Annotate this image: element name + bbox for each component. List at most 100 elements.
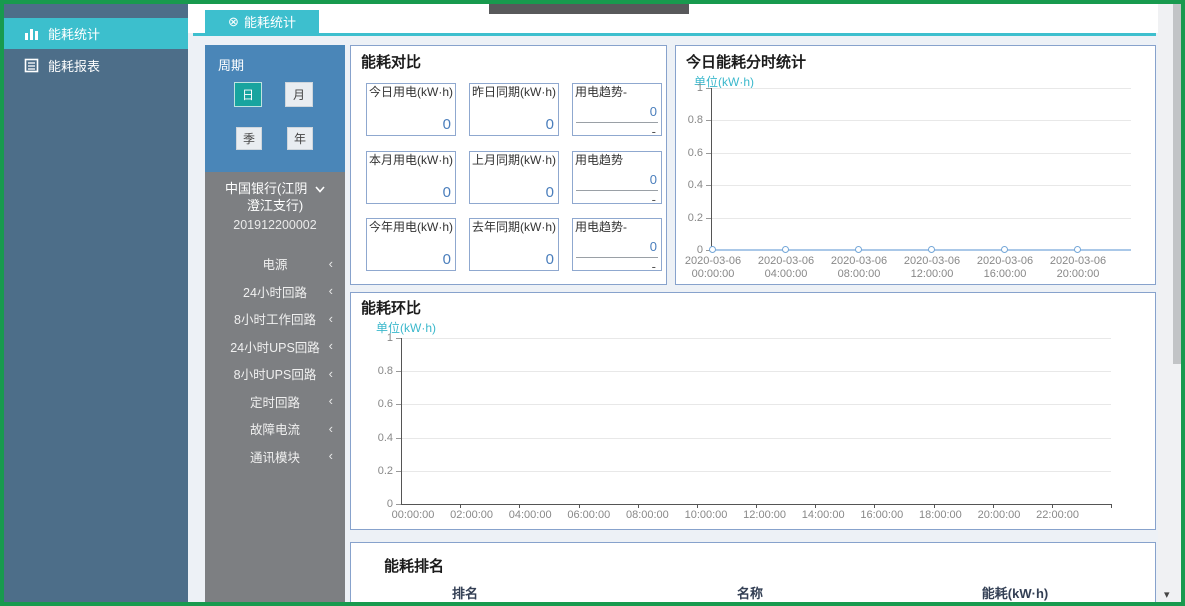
org-menu-item-label: 8小时工作回路 — [234, 309, 316, 328]
grid-line — [711, 218, 1131, 219]
sidebar-item-label: 能耗统计 — [48, 24, 100, 43]
org-menu: 电源‹24小时回路‹8小时工作回路‹24小时UPS回路‹8小时UPS回路‹定时回… — [205, 250, 345, 470]
x-tick-line: 20:00:00 — [1036, 268, 1120, 281]
org-menu-item[interactable]: 24小时UPS回路‹ — [205, 333, 345, 361]
org-code: 201912200002 — [205, 218, 345, 232]
trend-box: 用电趋势0- — [572, 151, 662, 204]
x-tick-label: 2020-03-0608:00:00 — [817, 255, 901, 281]
sidebar: 能耗统计 能耗报表 — [4, 4, 188, 602]
y-tick-label: 1 — [669, 82, 703, 94]
x-tick-line: 2020-03-06 — [744, 255, 828, 268]
trend-label: 用电趋势 — [573, 152, 661, 167]
x-tick — [1111, 504, 1112, 508]
y-axis-line — [401, 338, 402, 504]
close-circle-icon[interactable]: ⊗ — [228, 14, 239, 30]
chevron-left-icon: ‹ — [329, 448, 333, 463]
grid-line — [401, 338, 1111, 339]
org-menu-item-label: 故障电流 — [250, 419, 300, 438]
tab-label: 能耗统计 — [244, 12, 296, 31]
chevron-left-icon: ‹ — [329, 283, 333, 298]
x-tick-label: 2020-03-0616:00:00 — [963, 255, 1047, 281]
rank-col-name: 名称 — [690, 583, 810, 602]
data-point — [928, 246, 935, 253]
grid-line — [711, 153, 1131, 154]
x-tick — [874, 504, 875, 508]
filter-panel: 周期 日 月 季 年 中国银行(江阴 澄江支行) 201912200002 电源… — [205, 45, 345, 602]
period-button-quarter[interactable]: 季 — [236, 127, 262, 150]
stat-value: 0 — [443, 251, 451, 268]
y-tick-label: 0.4 — [669, 179, 703, 191]
y-tick-label: 0.8 — [669, 114, 703, 126]
org-menu-item[interactable]: 故障电流‹ — [205, 415, 345, 443]
x-tick-line: 2020-03-06 — [890, 255, 974, 268]
org-menu-item-label: 电源 — [262, 254, 287, 273]
org-menu-item-label: 定时回路 — [250, 392, 300, 411]
trend-label: 用电趋势- — [573, 84, 661, 99]
scrollbar-thumb[interactable] — [1173, 4, 1184, 364]
period-label: 周期 — [218, 55, 244, 74]
rank-col-energy: 能耗(kW·h) — [955, 583, 1075, 602]
rank-col-rank: 排名 — [405, 583, 525, 602]
x-tick-line: 12:00:00 — [890, 268, 974, 281]
stat-box: 今年用电(kW·h)0 — [366, 218, 456, 271]
grid-line — [711, 120, 1131, 121]
trend-divider — [576, 257, 658, 258]
x-tick — [697, 504, 698, 508]
panel-energy-ranking: 能耗排名 排名 名称 能耗(kW·h) — [350, 542, 1156, 606]
scroll-down-icon[interactable]: ▾ — [1164, 588, 1178, 601]
x-tick-line: 04:00:00 — [744, 268, 828, 281]
stat-box: 去年同期(kW·h)0 — [469, 218, 559, 271]
data-point — [1074, 246, 1081, 253]
stat-value: 0 — [443, 116, 451, 133]
chevron-left-icon: ‹ — [329, 311, 333, 326]
x-tick-line: 2020-03-06 — [817, 255, 901, 268]
org-menu-item-label: 8小时UPS回路 — [234, 364, 317, 383]
org-menu-item[interactable]: 8小时UPS回路‹ — [205, 360, 345, 388]
period-button-year[interactable]: 年 — [287, 127, 313, 150]
grid-line — [401, 471, 1111, 472]
grid-line — [711, 185, 1131, 186]
panel-title: 今日能耗分时统计 — [686, 51, 806, 72]
org-section: 中国银行(江阴 澄江支行) 201912200002 电源‹24小时回路‹8小时… — [205, 172, 345, 602]
x-tick — [638, 504, 639, 508]
x-tick — [519, 504, 520, 508]
tab-energy-stats[interactable]: ⊗ 能耗统计 — [205, 10, 319, 33]
chevron-left-icon: ‹ — [329, 256, 333, 271]
org-menu-item[interactable]: 电源 ‹ — [205, 250, 345, 278]
org-menu-item[interactable]: 8小时工作回路 ‹ — [205, 305, 345, 333]
y-tick-label: 0.8 — [359, 365, 393, 377]
x-tick — [579, 504, 580, 508]
x-tick — [993, 504, 994, 508]
panel-title: 能耗环比 — [361, 297, 421, 318]
panel-today-hourly-stats: 今日能耗分时统计 单位(kW·h) 00.20.40.60.812020-03-… — [675, 45, 1156, 285]
y-tick-label: 0.2 — [359, 465, 393, 477]
org-menu-item[interactable]: 通讯模块‹ — [205, 443, 345, 471]
org-menu-item[interactable]: 定时回路‹ — [205, 388, 345, 416]
stat-box: 今日用电(kW·h)0 — [366, 83, 456, 136]
y-tick-label: 1 — [359, 332, 393, 344]
x-tick-line: 2020-03-06 — [963, 255, 1047, 268]
stat-box: 上月同期(kW·h)0 — [469, 151, 559, 204]
trend-denominator: - — [652, 192, 656, 204]
org-menu-item[interactable]: 24小时回路‹ — [205, 278, 345, 306]
stat-value: 0 — [546, 251, 554, 268]
trend-denominator: - — [652, 124, 656, 136]
panel-energy-mom: 能耗环比 单位(kW·h) 00.20.40.60.8100:00:0002:0… — [350, 292, 1156, 530]
sidebar-item-energy-stats[interactable]: 能耗统计 — [4, 18, 188, 49]
org-selector[interactable]: 中国银行(江阴 澄江支行) — [205, 180, 345, 214]
period-button-day[interactable]: 日 — [234, 82, 262, 107]
sidebar-item-energy-report[interactable]: 能耗报表 — [4, 50, 188, 81]
panel-title: 能耗对比 — [361, 51, 421, 72]
grid-line — [711, 88, 1131, 89]
data-point — [855, 246, 862, 253]
x-tick-label: 2020-03-0620:00:00 — [1036, 255, 1120, 281]
period-button-month[interactable]: 月 — [285, 82, 313, 107]
top-notification-bar — [489, 1, 689, 14]
chevron-left-icon: ‹ — [329, 338, 333, 353]
period-section: 周期 日 月 季 年 — [205, 45, 345, 172]
y-tick-label: 0.6 — [359, 398, 393, 410]
data-line — [711, 249, 1131, 251]
stat-box: 本月用电(kW·h)0 — [366, 151, 456, 204]
stat-label: 上月同期(kW·h) — [470, 152, 558, 167]
grid-line — [401, 404, 1111, 405]
